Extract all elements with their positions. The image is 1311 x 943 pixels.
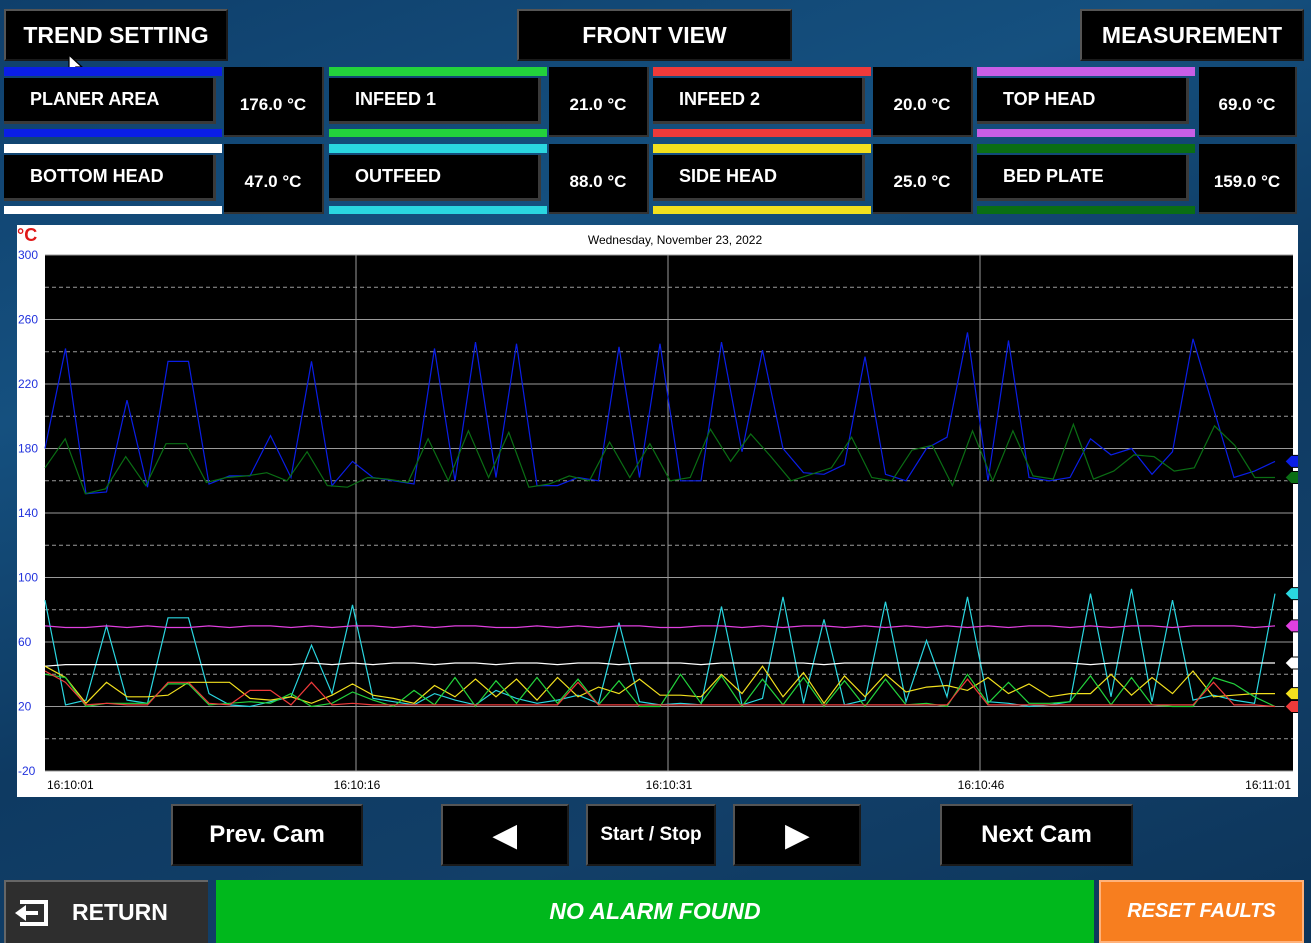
x-tick-label: 16:10:01 — [47, 778, 94, 792]
sensor-button[interactable]: INFEED 1 — [329, 78, 541, 124]
start-stop-button[interactable]: Start / Stop — [586, 804, 716, 866]
sensor-0-block: PLANER AREA — [4, 67, 222, 137]
y-tick-label: -20 — [18, 764, 36, 778]
next-cam-button[interactable]: Next Cam — [940, 804, 1133, 866]
trend-setting-button[interactable]: TREND SETTING — [4, 9, 228, 61]
y-tick-label: 140 — [18, 506, 38, 520]
sensor-2-block: INFEED 2 — [653, 67, 871, 137]
trend-chart-svg: 300 260 220 180 140 100 60 20 -20 °C Wednesday, No… — [17, 225, 1302, 792]
sensor-button[interactable]: BOTTOM HEAD — [4, 155, 216, 201]
sensor-button[interactable]: PLANER AREA — [4, 78, 216, 124]
y-tick-label: 260 — [18, 313, 38, 327]
return-label: RETURN — [72, 899, 168, 925]
x-tick-label: 16:11:01 — [1245, 778, 1291, 792]
sensor-value: 69.0 °C — [1199, 67, 1297, 137]
x-tick-label: 16:10:46 — [958, 778, 1005, 792]
sensor-color-bar — [4, 206, 222, 214]
sensor-color-bar — [653, 144, 871, 153]
sensor-value: 25.0 °C — [873, 144, 973, 214]
y-unit-label: °C — [17, 225, 37, 245]
sensor-value: 176.0 °C — [224, 67, 324, 137]
sensor-1-block: INFEED 1 — [329, 67, 547, 137]
prev-cam-button[interactable]: Prev. Cam — [171, 804, 363, 866]
sensor-5-block: OUTFEED — [329, 144, 547, 214]
y-tick-label: 20 — [18, 700, 32, 714]
y-tick-label: 180 — [18, 442, 38, 456]
sensor-color-bar — [653, 67, 871, 76]
sensor-4-block: BOTTOM HEAD — [4, 144, 222, 214]
y-tick-label: 100 — [18, 571, 38, 585]
sensor-button[interactable]: BED PLATE — [977, 155, 1189, 201]
trend-chart: 300 260 220 180 140 100 60 20 -20 °C Wednesday, No… — [17, 225, 1302, 797]
sensor-color-bar — [329, 144, 547, 153]
sensor-value: 21.0 °C — [549, 67, 649, 137]
sensor-color-bar — [4, 144, 222, 153]
x-tick-label: 16:10:16 — [334, 778, 381, 792]
sensor-3-block: TOP HEAD — [977, 67, 1195, 137]
y-tick-label: 220 — [18, 377, 38, 391]
return-button[interactable]: RETURN — [4, 880, 208, 943]
sensor-value: 88.0 °C — [549, 144, 649, 214]
next-button[interactable]: ▶ — [733, 804, 861, 866]
y-tick-label: 300 — [18, 248, 38, 262]
sensor-value: 20.0 °C — [873, 67, 973, 137]
sensor-color-bar — [329, 129, 547, 137]
sensor-button[interactable]: SIDE HEAD — [653, 155, 865, 201]
x-tick-label: 16:10:31 — [646, 778, 693, 792]
sensor-color-bar — [4, 129, 222, 137]
y-tick-label: 60 — [18, 635, 32, 649]
sensor-color-bar — [329, 67, 547, 76]
sensor-value: 159.0 °C — [1199, 144, 1297, 214]
reset-faults-button[interactable]: RESET FAULTS — [1099, 880, 1304, 943]
sensor-color-bar — [977, 129, 1195, 137]
sensor-color-bar — [977, 144, 1195, 153]
sensor-color-bar — [4, 67, 222, 76]
measurement-button[interactable]: MEASUREMENT — [1080, 9, 1304, 61]
sensor-7-block: BED PLATE — [977, 144, 1195, 214]
sensor-button[interactable]: TOP HEAD — [977, 78, 1189, 124]
alarm-status-bar: NO ALARM FOUND — [216, 880, 1094, 943]
sensor-color-bar — [653, 129, 871, 137]
sensor-6-block: SIDE HEAD — [653, 144, 871, 214]
sensor-color-bar — [653, 206, 871, 214]
sensor-value: 47.0 °C — [224, 144, 324, 214]
prev-button[interactable]: ◀ — [441, 804, 569, 866]
return-arrow-icon — [15, 899, 48, 926]
sensor-color-bar — [977, 206, 1195, 214]
sensor-color-bar — [329, 206, 547, 214]
front-view-button[interactable]: FRONT VIEW — [517, 9, 792, 61]
sensor-button[interactable]: OUTFEED — [329, 155, 541, 201]
sensor-button[interactable]: INFEED 2 — [653, 78, 865, 124]
sensor-color-bar — [977, 67, 1195, 76]
chart-title: Wednesday, November 23, 2022 — [588, 233, 763, 247]
